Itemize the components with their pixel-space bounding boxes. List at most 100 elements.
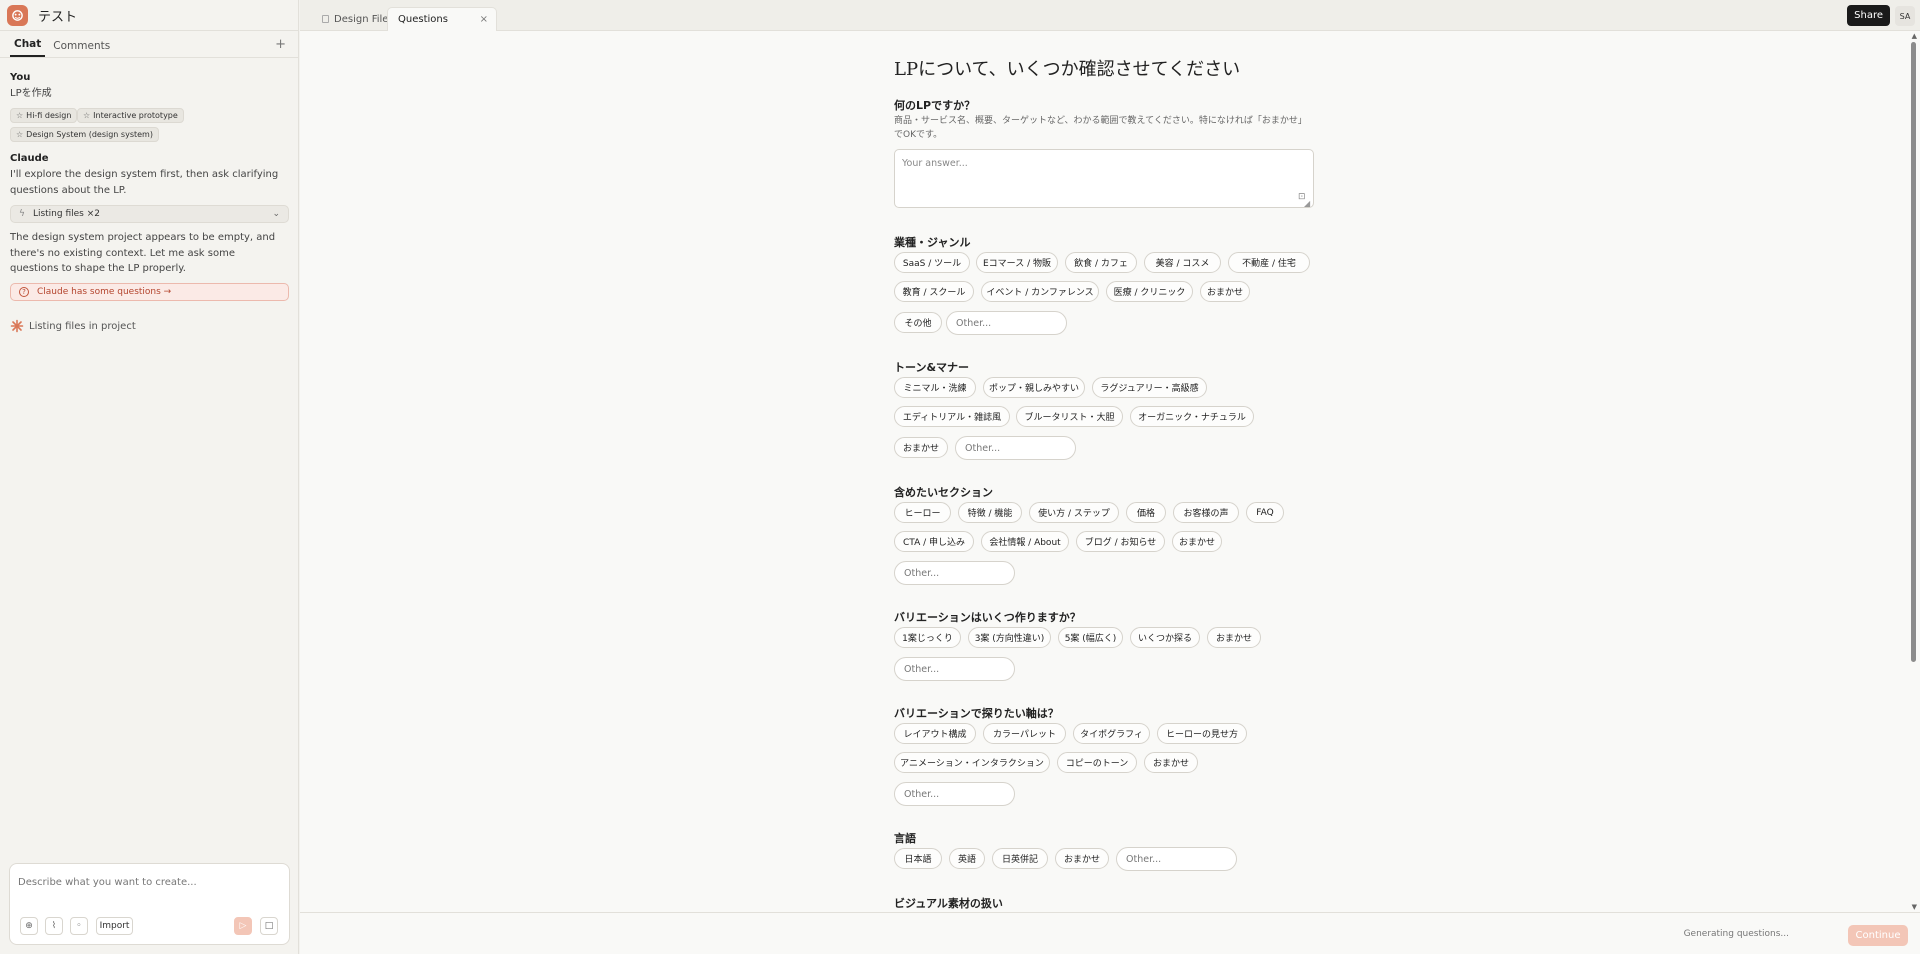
scroll-up-icon[interactable]: ▲ [1912,32,1917,40]
option-chip[interactable]: 医療 / クリニック [1106,281,1193,302]
question-label: ビジュアル素材の扱い [894,897,1003,910]
option-chip[interactable]: おまかせ [1172,531,1222,552]
option-chip[interactable]: 5案 (幅広く) [1058,627,1123,648]
option-chip[interactable]: おまかせ [1055,848,1109,869]
chevron-down-icon: ⌄ [272,209,280,219]
project-name[interactable]: テスト [38,6,77,25]
voice-icon[interactable]: ◦ [70,917,88,935]
scroll-down-icon[interactable]: ▼ [1912,903,1917,911]
star-icon: ☆ [16,111,24,120]
tab-label: Design Files [334,13,394,25]
question-label: 何のLPですか？ [894,99,976,112]
option-chip[interactable]: 教育 / スクール [894,281,974,302]
bolt-icon: ϟ [19,209,25,219]
other-input[interactable] [1116,847,1237,871]
assistant-author: Claude [10,153,49,164]
page-title: LPについて、いくつか確認させてください [894,59,1241,80]
option-chip[interactable]: コピーのトーン [1057,752,1137,773]
option-chip[interactable]: 美容 / コスメ [1144,252,1221,273]
questions-banner[interactable]: ? Claude has some questions → [10,283,289,301]
option-chip[interactable]: 日英併記 [992,848,1048,869]
send-icon[interactable]: ▷ [234,917,252,935]
option-chip[interactable]: 使い方 / ステップ [1029,502,1119,523]
option-chip[interactable]: アニメーション・インタラクション [894,752,1050,773]
option-chip[interactable]: イベント / カンファレンス [981,281,1099,302]
question-label: 言語 [894,832,916,845]
attach-icon[interactable]: ⌇ [45,917,63,935]
option-chip[interactable]: CTA / 申し込み [894,531,974,552]
star-icon: ☆ [16,130,24,139]
option-chip[interactable]: ヒーローの見せ方 [1157,723,1247,744]
import-button[interactable]: Import [96,917,133,935]
other-input[interactable] [946,311,1067,335]
question-icon: ? [19,287,29,297]
other-input[interactable] [894,657,1015,681]
avatar[interactable]: SA [1895,6,1915,26]
option-chip[interactable]: FAQ [1246,502,1284,523]
status-text: Listing files in project [29,320,136,332]
option-chip[interactable]: 会社情報 / About [981,531,1069,552]
star-icon: ☆ [83,111,91,120]
option-chip[interactable]: ブルータリスト・大胆 [1016,406,1123,427]
option-chip[interactable]: その他 [894,312,942,333]
attachment-chip[interactable]: ☆ Hi-fi design [10,108,78,123]
other-input[interactable] [894,561,1015,585]
other-input[interactable] [955,436,1076,460]
status-line: Listing files in project [10,319,136,333]
prompt-input[interactable] [18,873,280,891]
stop-icon[interactable]: □ [260,917,278,935]
plus-icon[interactable]: + [275,37,286,52]
resize-handle-icon[interactable]: ◢ [1304,199,1310,208]
other-input[interactable] [894,782,1015,806]
option-chip[interactable]: いくつか探る [1130,627,1200,648]
option-chip[interactable]: SaaS / ツール [894,252,970,273]
option-chip[interactable]: オーガニック・ナチュラル [1130,406,1254,427]
option-chip[interactable]: Eコマース / 物販 [976,252,1058,273]
assistant-message-text: I'll explore the design system first, th… [10,169,279,196]
option-chip[interactable]: 不動産 / 住宅 [1228,252,1310,273]
option-chip[interactable]: お客様の声 [1173,502,1239,523]
option-chip[interactable]: 英語 [949,848,985,869]
option-chip[interactable]: 価格 [1126,502,1166,523]
option-chip[interactable]: おまかせ [1144,752,1198,773]
generation-status: Generating questions... [1683,929,1789,939]
option-chip[interactable]: ブログ / お知らせ [1076,531,1165,552]
option-chip[interactable]: レイアウト構成 [894,723,976,744]
share-button[interactable]: Share [1847,5,1890,26]
option-chip[interactable]: 1案じっくり [894,627,961,648]
close-icon[interactable]: × [480,14,488,25]
scrollbar[interactable] [1911,42,1916,662]
sidebar-header: テスト [0,0,298,31]
tab-label: Questions [398,14,448,25]
option-chip[interactable]: ラグジュアリー・高級感 [1092,377,1207,398]
attachment-chip[interactable]: ☆ Design System (design system) [10,127,159,142]
app-logo-icon[interactable] [7,4,28,26]
tool-call-row[interactable]: ϟ Listing files ×2 ⌄ [10,205,289,223]
option-chip[interactable]: 日本語 [894,848,942,869]
tab-questions[interactable]: Questions × [387,7,497,31]
option-chip[interactable]: エディトリアル・雑誌風 [894,406,1010,427]
tab-chat[interactable]: Chat [10,38,46,57]
question-label: 業種・ジャンル [894,236,971,249]
option-chip[interactable]: ヒーロー [894,502,951,523]
option-chip[interactable]: ポップ・親しみやすい [983,377,1085,398]
spinner-icon [10,319,24,333]
option-chip[interactable]: タイポグラフィ [1073,723,1150,744]
option-chip[interactable]: おまかせ [894,437,948,458]
question-label: バリエーションはいくつ作りますか？ [894,611,1081,624]
option-chip[interactable]: 飲食 / カフェ [1065,252,1137,273]
option-chip[interactable]: 3案 (方向性違い) [968,627,1051,648]
tab-comments[interactable]: Comments [49,40,114,57]
tool-call-label: Listing files ×2 [32,209,100,219]
user-message-text: LPを作成 [10,88,52,99]
option-chip[interactable]: ミニマル・洗練 [894,377,976,398]
continue-button[interactable]: Continue [1848,925,1908,946]
option-chip[interactable]: カラーパレット [983,723,1066,744]
option-chip[interactable]: 特徴 / 機能 [958,502,1022,523]
answer-textarea[interactable] [894,149,1314,208]
option-chip[interactable]: おまかせ [1207,627,1261,648]
add-icon[interactable]: ⊕ [20,917,38,935]
option-chip[interactable]: おまかせ [1200,281,1250,302]
attachment-chip[interactable]: ☆ Interactive prototype [77,108,184,123]
question-description: 商品・サービス名、概要、ターゲットなど、わかる範囲で教えてください。特になければ… [894,116,1307,140]
